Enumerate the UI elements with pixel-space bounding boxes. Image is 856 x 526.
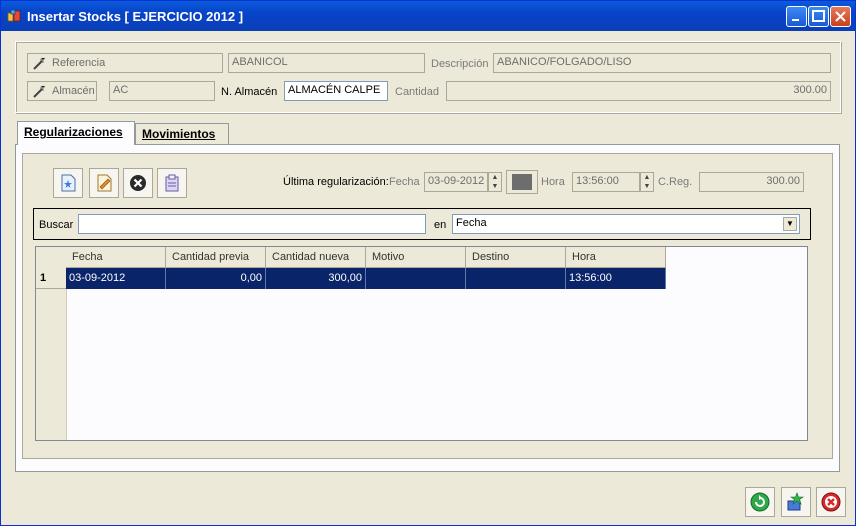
tab-movimientos[interactable]: Movimientos [135, 123, 229, 145]
delete-icon [130, 175, 146, 191]
hora-field: 13:56:00 [572, 172, 640, 192]
header-group [15, 41, 841, 113]
search-field-value: Fecha [456, 217, 487, 229]
edit-document-icon [97, 174, 112, 192]
search-field-select[interactable]: Fecha ▼ [452, 214, 800, 234]
close-window-button[interactable] [830, 6, 851, 27]
clipboard-button[interactable] [157, 168, 187, 198]
hora-spinner[interactable]: ▲ ▼ [640, 172, 654, 192]
cancel-icon [821, 492, 841, 512]
new-regularization-button[interactable] [53, 168, 83, 198]
n-almacen-field[interactable]: ALMACÉN CALPE [284, 81, 388, 101]
title-bar[interactable]: Insertar Stocks [ EJERCICIO 2012 ] [1, 1, 855, 31]
ultima-regularizacion-label: Última regularización: [283, 176, 389, 188]
delete-regularization-button[interactable] [123, 168, 153, 198]
spin-up-icon: ▲ [643, 174, 651, 181]
buscar-label: Buscar [39, 219, 74, 231]
column-header-destino[interactable]: Destino [466, 247, 566, 268]
minimize-button[interactable] [786, 6, 807, 27]
accept-icon [787, 492, 804, 511]
column-header-motivo[interactable]: Motivo [366, 247, 466, 268]
regularizaciones-group: Última regularización: Fecha 03-09-2012 … [22, 153, 833, 459]
main-window: Insertar Stocks [ EJERCICIO 2012 ] Refer… [0, 0, 856, 526]
column-header-cantidad-previa[interactable]: Cantidad previa [166, 247, 266, 268]
column-header-cantidad-nueva[interactable]: Cantidad nueva [266, 247, 366, 268]
cantidad-label: Cantidad [395, 86, 440, 98]
wand-icon [33, 85, 46, 98]
search-bar: Buscar en Fecha ▼ [33, 208, 811, 240]
close-icon [835, 11, 846, 22]
referencia-label: Referencia [52, 57, 106, 69]
maximize-icon [812, 10, 825, 22]
fecha-field: 03-09-2012 [424, 172, 488, 192]
column-header-hora[interactable]: Hora [566, 247, 666, 268]
en-label: en [434, 219, 447, 231]
refresh-button[interactable] [745, 487, 775, 517]
descripcion-label: Descripción [431, 58, 489, 70]
n-almacen-label: N. Almacén [221, 86, 278, 98]
referencia-field: ABANICOL [228, 53, 425, 73]
edit-regularization-button[interactable] [89, 168, 119, 198]
search-input[interactable] [78, 214, 426, 234]
window-body: Referencia ABANICOL Descripción ABANICO/… [5, 31, 851, 523]
spin-up-icon: ▲ [491, 174, 499, 181]
referencia-lookup-button[interactable]: Referencia [27, 53, 223, 73]
window-title: Insertar Stocks [ EJERCICIO 2012 ] [27, 9, 244, 24]
creg-field: 300.00 [699, 172, 804, 192]
table-cell-hora[interactable]: 13:56:00 [566, 268, 666, 289]
spin-down-icon: ▼ [491, 183, 499, 190]
row-number[interactable]: 1 [36, 268, 66, 289]
refresh-icon [750, 492, 770, 512]
calendar-button[interactable] [506, 170, 538, 194]
cantidad-field: 300.00 [446, 81, 831, 101]
descripcion-field: ABANICO/FOLGADO/LISO [493, 53, 831, 73]
almacen-label: Almacén [52, 85, 95, 97]
spin-down-icon: ▼ [643, 183, 651, 190]
table-cell-fecha[interactable]: 03-09-2012 [66, 268, 166, 289]
hora-label: Hora [541, 176, 565, 188]
maximize-button[interactable] [808, 6, 829, 27]
almacen-lookup-button[interactable]: Almacén [27, 81, 97, 101]
creg-label: C.Reg. [658, 176, 693, 188]
table-cell-cantidad-previa[interactable]: 0,00 [166, 268, 266, 289]
fecha-label: Fecha [389, 176, 420, 188]
table-cell-cantidad-nueva[interactable]: 300,00 [266, 268, 366, 289]
app-icon [7, 9, 21, 22]
regularizaciones-table[interactable]: Fecha Cantidad previa Cantidad nueva Mot… [35, 246, 808, 441]
regularizaciones-panel: Última regularización: Fecha 03-09-2012 … [15, 144, 840, 472]
tab-regularizaciones[interactable]: Regularizaciones [17, 121, 135, 145]
wand-icon [33, 57, 46, 70]
almacen-field: AC [109, 81, 215, 101]
table-cell-destino[interactable] [466, 268, 566, 289]
chevron-down-icon[interactable]: ▼ [783, 217, 797, 231]
calendar-icon [512, 174, 532, 190]
minimize-icon [792, 19, 799, 21]
new-document-icon [61, 174, 76, 192]
cancel-button[interactable] [816, 487, 846, 517]
fecha-spinner[interactable]: ▲ ▼ [488, 172, 502, 192]
accept-button[interactable] [781, 487, 811, 517]
table-cell-motivo[interactable] [366, 268, 466, 289]
column-header-fecha[interactable]: Fecha [66, 247, 166, 268]
clipboard-icon [165, 174, 179, 192]
